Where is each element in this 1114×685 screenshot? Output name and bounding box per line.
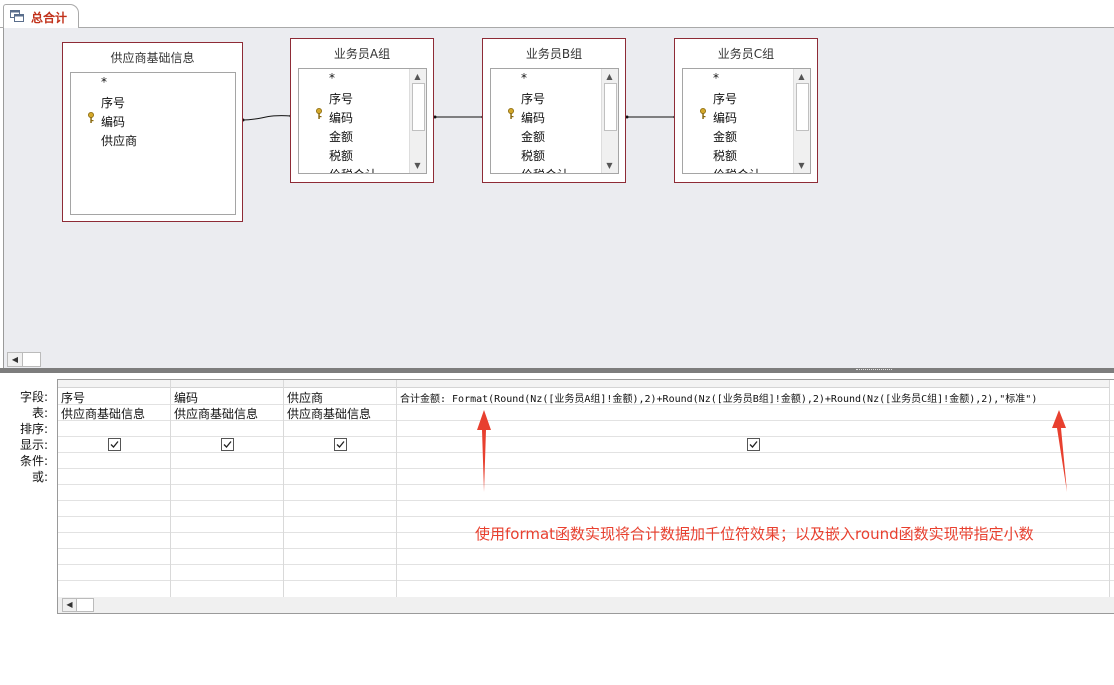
annotation-arrows	[477, 410, 1067, 492]
red-arrow-icon	[477, 410, 491, 492]
annotation-text: 使用format函数实现将合计数据加千位符效果；以及嵌入round函数实现带指定…	[475, 525, 1034, 543]
red-arrow-icon	[1052, 410, 1067, 492]
